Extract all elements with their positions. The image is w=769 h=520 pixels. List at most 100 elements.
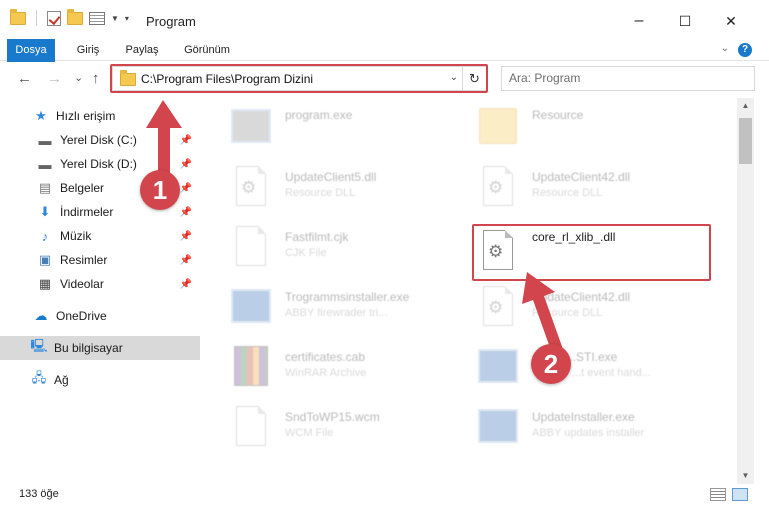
cloud-icon: ☁ (34, 308, 48, 323)
exe-icon (229, 102, 273, 150)
dll-icon: ⚙ (229, 162, 273, 210)
list-item[interactable]: ...STI.exe ...t event hand... (476, 338, 726, 394)
sidebar-item-videos[interactable]: ▦ Videolar 📌 (0, 272, 200, 296)
sidebar-item-network[interactable]: 🖧 Ağ (0, 368, 200, 392)
refresh-button[interactable]: ↻ (462, 67, 486, 90)
sidebar-item-onedrive[interactable]: ☁ OneDrive (0, 304, 200, 328)
callout-badge-1: 1 (140, 170, 180, 210)
new-folder-icon[interactable] (67, 8, 83, 25)
search-input[interactable]: Ara: Program (501, 66, 755, 91)
title-bar: ▼ ▾ Program – ☐ ✕ (0, 0, 769, 40)
list-item[interactable]: Fastfilmt.cjk CJK File (229, 218, 479, 274)
pin-icon[interactable]: 📌 (180, 135, 192, 146)
chevron-down-icon[interactable]: ⌄ (450, 72, 458, 83)
expand-ribbon-icon[interactable]: ⌄ (721, 43, 729, 54)
list-item[interactable]: Resource (476, 98, 726, 154)
dll-icon: ⚙ (476, 282, 520, 330)
up-button[interactable]: ↑ (92, 70, 100, 87)
ribbon-tabs: Dosya Giriş Paylaş Görünüm ⌄ ? (0, 39, 769, 95)
folder-icon (476, 102, 520, 150)
sidebar-item-quick-access[interactable]: ★ Hızlı erişim (0, 104, 200, 128)
sidebar-item-label: Belgeler (60, 181, 105, 195)
tab-view[interactable]: Görünüm (178, 39, 236, 61)
file-type: Resource DLL (285, 187, 356, 199)
sidebar-item-this-pc[interactable]: 🖳 Bu bilgisayar (0, 336, 200, 360)
properties-check-icon[interactable] (47, 10, 61, 26)
file-type: WCM File (285, 427, 334, 439)
file-list: program.exe ⚙ UpdateClient5.dll Resource… (209, 98, 736, 472)
large-icons-view-icon[interactable] (732, 488, 748, 501)
dll-icon: ⚙ (476, 162, 520, 210)
list-item[interactable]: UpdateInstaller.exe ABBY updates install… (476, 398, 726, 454)
file-type: WinRAR Archive (285, 367, 367, 379)
pin-icon[interactable]: 📌 (180, 159, 192, 170)
sidebar-item-local-disk-c[interactable]: ▬ Yerel Disk (C:) 📌 (0, 128, 200, 152)
star-icon: ★ (35, 108, 47, 123)
back-button[interactable]: ← (17, 70, 32, 87)
chevron-down-icon[interactable]: ▼ (111, 14, 119, 23)
pin-icon[interactable]: 📌 (180, 183, 192, 194)
list-item[interactable]: ⚙ UpdateClient42.dll Resource DLL (476, 158, 726, 214)
address-path[interactable]: C:\Program Files\Program Dizini (141, 72, 313, 86)
list-item[interactable]: SndToWP15.wcm WCM File (229, 398, 479, 454)
minimize-button[interactable]: – (616, 7, 662, 35)
vertical-scrollbar[interactable]: ▲ ▼ (737, 98, 754, 484)
installer-icon (476, 342, 520, 390)
documents-icon: ▤ (38, 180, 52, 195)
list-item[interactable]: ⚙ UpdateClient42.dll Resource DLL (476, 278, 726, 334)
file-name: SndToWP15.wcm (285, 410, 380, 424)
view-options-icon[interactable] (89, 11, 105, 25)
maximize-button[interactable]: ☐ (662, 7, 708, 35)
pin-icon[interactable]: 📌 (180, 255, 192, 266)
tab-home[interactable]: Giriş (70, 39, 106, 61)
pin-icon[interactable]: 📌 (180, 279, 192, 290)
file-name: UpdateInstaller.exe (532, 410, 635, 424)
list-item[interactable]: certificates.cab WinRAR Archive (229, 338, 479, 394)
folder-icon[interactable] (10, 8, 26, 25)
sidebar-item-music[interactable]: ♪ Müzik 📌 (0, 224, 200, 248)
list-item[interactable]: program.exe (229, 98, 479, 154)
details-view-icon[interactable] (710, 488, 726, 501)
scrollbar-thumb[interactable] (739, 118, 752, 164)
scroll-down-icon[interactable]: ▼ (737, 468, 754, 484)
forward-button[interactable]: → (47, 70, 62, 87)
sidebar-item-label: Ağ (54, 373, 69, 387)
sidebar-item-label: Yerel Disk (D:) (60, 157, 137, 171)
sidebar-item-label: Hızlı erişim (56, 109, 116, 123)
file-icon (229, 402, 273, 450)
tab-share[interactable]: Paylaş (119, 39, 165, 61)
callout-badge-2: 2 (531, 344, 571, 384)
file-name: certificates.cab (285, 350, 366, 364)
pin-icon[interactable]: 📌 (180, 231, 192, 242)
file-type: ...t event hand... (572, 367, 651, 379)
pin-icon[interactable]: 📌 (180, 207, 192, 218)
sidebar-item-label: Bu bilgisayar (54, 341, 123, 355)
help-icon[interactable]: ? (738, 43, 752, 57)
navigation-pane: ★ Hızlı erişim ▬ Yerel Disk (C:) 📌 ▬ Yer… (0, 98, 203, 470)
file-type: Resource DLL (532, 187, 603, 199)
scroll-up-icon[interactable]: ▲ (737, 98, 754, 114)
recent-locations-button[interactable]: ⌄ (74, 71, 83, 84)
installer-icon (229, 282, 273, 330)
list-item[interactable]: Trogrammsinstaller.exe ABBY firewrader t… (229, 278, 479, 334)
close-button[interactable]: ✕ (708, 7, 754, 35)
archive-icon (229, 342, 273, 390)
sidebar-item-pictures[interactable]: ▣ Resimler 📌 (0, 248, 200, 272)
file-type: ABBY updates installer (532, 427, 645, 439)
customize-toolbar-icon[interactable]: ▾ (125, 14, 129, 23)
navigation-bar: ← → ⌄ ↑ C:\Program Files\Program Dizini … (0, 62, 769, 96)
target-file-highlight-box (472, 224, 711, 281)
network-icon: 🖧 (31, 370, 47, 385)
address-bar[interactable]: C:\Program Files\Program Dizini ⌄ ↻ (112, 66, 487, 91)
list-item[interactable]: ⚙ UpdateClient5.dll Resource DLL (229, 158, 479, 214)
sidebar-item-label: Resimler (60, 253, 108, 267)
sidebar-item-label: OneDrive (56, 309, 107, 323)
file-type: Resource DLL (532, 307, 603, 319)
file-type: ABBY firewrader tri... (285, 307, 388, 319)
file-name: Trogrammsinstaller.exe (285, 290, 410, 304)
music-icon: ♪ (41, 228, 49, 244)
file-type: CJK File (285, 247, 327, 259)
drive-icon: ▬ (38, 132, 52, 148)
status-bar: 133 öğe (0, 484, 769, 506)
file-name: Resource (532, 108, 584, 122)
